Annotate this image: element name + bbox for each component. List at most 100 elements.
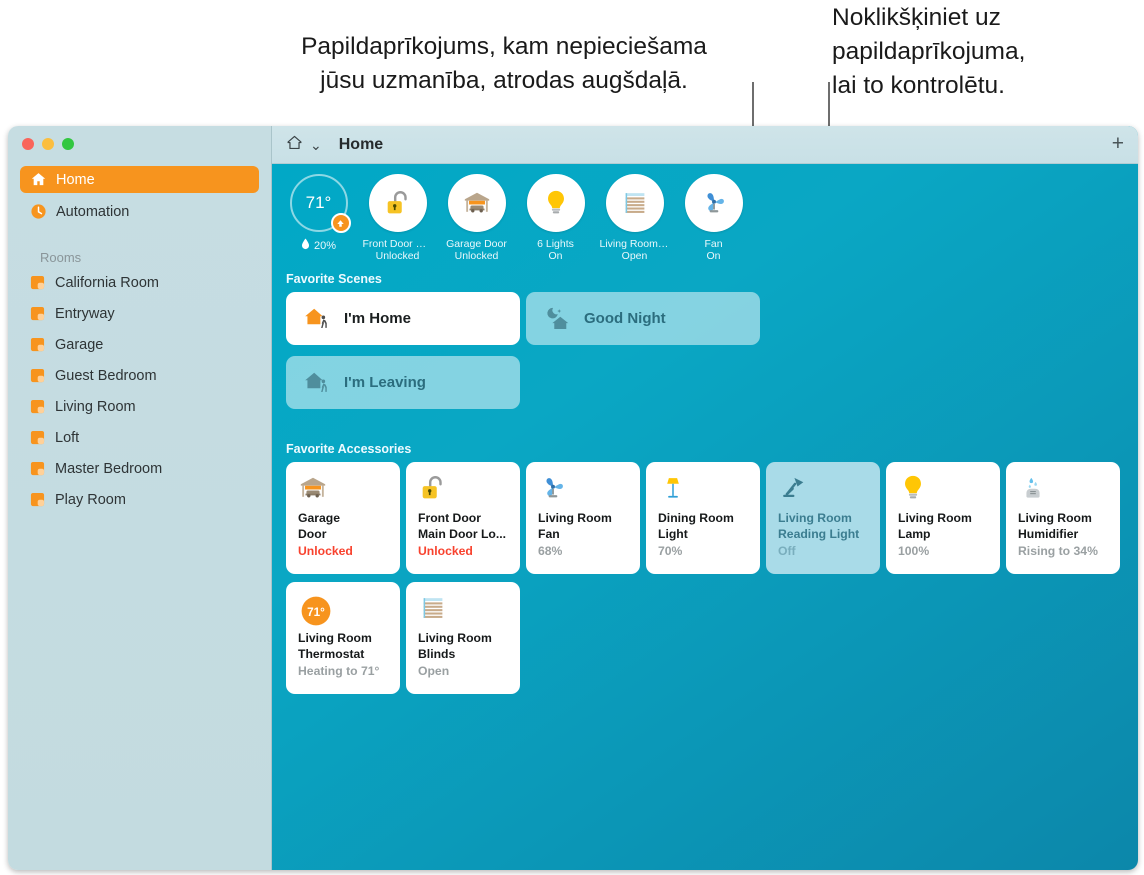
status-item[interactable]: Fan On xyxy=(681,174,746,262)
accessory-title: Living Room Thermostat xyxy=(298,631,372,661)
window-controls[interactable] xyxy=(22,138,74,150)
home-app-window: Home Automation Rooms California Room En… xyxy=(8,126,1138,870)
status-icon-circle[interactable] xyxy=(447,174,506,232)
status-item-label: Living Room Bl... xyxy=(599,238,670,250)
close-button[interactable] xyxy=(22,138,34,150)
accessory-tile[interactable]: Living Room Fan 68% xyxy=(526,462,640,574)
status-icon-circle[interactable] xyxy=(605,174,664,232)
status-item-state: Unlocked xyxy=(454,250,499,262)
zoom-button[interactable] xyxy=(62,138,74,150)
minimize-button[interactable] xyxy=(42,138,54,150)
sidebar-item-room[interactable]: Garage xyxy=(20,331,259,358)
blinds-icon xyxy=(418,593,448,623)
status-item-label: Garage Door xyxy=(446,238,507,250)
room-icon xyxy=(30,275,45,290)
room-icon xyxy=(30,368,45,383)
status-item[interactable]: Front Door Mai...Unlocked xyxy=(362,174,433,262)
sidebar-item-room[interactable]: Entryway xyxy=(20,300,259,327)
accessory-tile[interactable]: Front Door Main Door Lo... Unlocked xyxy=(406,462,520,574)
status-row: 71° 20% Front Door Mai Unlocked Garage D… xyxy=(286,174,746,262)
room-icon xyxy=(30,492,45,507)
room-icon xyxy=(30,306,45,321)
scene-name: Good Night xyxy=(584,310,666,327)
sidebar-item-label: California Room xyxy=(55,274,159,291)
accessory-title: Living Room Lamp xyxy=(898,511,972,541)
add-accessory-button[interactable]: + xyxy=(1112,133,1124,157)
accessory-title: Dining Room Light xyxy=(658,511,734,541)
scene-tile[interactable]: I'm Home xyxy=(286,292,520,345)
house-icon xyxy=(30,171,47,188)
droplet-icon xyxy=(301,238,310,253)
accessory-title: Living Room Humidifier xyxy=(1018,511,1092,541)
accessory-tile[interactable]: Living Room Lamp 100% xyxy=(886,462,1000,574)
sidebar-item-room[interactable]: Loft xyxy=(20,424,259,451)
garage-icon xyxy=(462,188,492,218)
accessory-title: Living Room Reading Light xyxy=(778,511,860,541)
accessory-icon-box: 71° xyxy=(298,593,390,631)
status-item-label: 6 Lights xyxy=(537,238,574,250)
status-item-state: Open xyxy=(621,250,648,262)
sidebar-item-room[interactable]: Play Room xyxy=(20,486,259,513)
accessory-tile[interactable]: Living Room Blinds Open xyxy=(406,582,520,694)
room-icon xyxy=(30,430,45,445)
room-icon xyxy=(30,399,45,414)
accessory-icon-box xyxy=(1018,473,1110,511)
sidebar-item-room[interactable]: California Room xyxy=(20,269,259,296)
fan-icon xyxy=(538,473,568,503)
desk-lamp-icon xyxy=(778,473,808,503)
sidebar-section-rooms: Rooms xyxy=(40,250,82,265)
scene-tile[interactable]: I'm Leaving xyxy=(286,356,520,409)
accessory-icon-box xyxy=(778,473,870,511)
page-title: Home xyxy=(338,135,384,153)
sidebar-item-label: Play Room xyxy=(55,491,126,508)
room-icon xyxy=(30,461,45,476)
accessory-icon-box xyxy=(418,473,510,511)
scene-name: I'm Home xyxy=(344,310,411,327)
accessory-status: 68% xyxy=(538,544,563,558)
status-item[interactable]: Garage Door Unlocked xyxy=(444,174,509,262)
sidebar-item-room[interactable]: Guest Bedroom xyxy=(20,362,259,389)
accessory-status: Off xyxy=(778,544,796,558)
accessory-tile[interactable]: Garage Door Unlocked xyxy=(286,462,400,574)
sidebar-item-room[interactable]: Master Bedroom xyxy=(20,455,259,482)
status-item-state: On xyxy=(548,250,563,262)
accessory-title: Living Room Blinds xyxy=(418,631,492,661)
sidebar-item-label: Loft xyxy=(55,429,80,446)
accessory-tile[interactable]: Dining Room Light 70% xyxy=(646,462,760,574)
chevron-down-icon[interactable]: ⌄ xyxy=(310,138,322,152)
status-item-state: On xyxy=(706,250,721,262)
status-icon-circle[interactable] xyxy=(684,174,743,232)
sidebar-item-label: Entryway xyxy=(55,305,115,322)
sidebar-item-home[interactable]: Home xyxy=(20,166,259,193)
climate-status[interactable]: 71° 20% xyxy=(286,174,351,253)
room-icon xyxy=(30,337,45,352)
status-icon-circle[interactable] xyxy=(368,174,427,232)
unlocked-padlock-icon xyxy=(418,473,448,503)
humidity-value: 20% xyxy=(313,239,337,252)
accessory-tile[interactable]: 71° Living Room Thermostat Heating to 71° xyxy=(286,582,400,694)
callout-text-left: Papildaprīkojums, kam nepieciešama jūsu … xyxy=(301,33,707,94)
arrow-up-icon xyxy=(330,213,351,233)
clock-icon xyxy=(30,203,47,220)
accessory-icon-box xyxy=(418,593,510,631)
accessory-tile[interactable]: Living Room Reading Light Off xyxy=(766,462,880,574)
blinds-icon xyxy=(620,188,650,218)
accessory-title: Front Door Main Door Lo... xyxy=(418,511,507,541)
scene-tile[interactable]: Good Night xyxy=(526,292,760,345)
humidifier-icon xyxy=(1018,473,1048,503)
status-item-label: Front Door Mai... xyxy=(362,238,433,250)
accessory-icon-box xyxy=(538,473,630,511)
scenes-heading: Favorite Scenes xyxy=(286,272,382,286)
sidebar-item-automation[interactable]: Automation xyxy=(20,198,259,225)
sidebar-item-room[interactable]: Living Room xyxy=(20,393,259,420)
accessory-tile[interactable]: Living Room Humidifier Rising to 34% xyxy=(1006,462,1120,574)
lightbulb-icon xyxy=(541,188,571,218)
sidebar-item-label: Home xyxy=(56,171,95,188)
toolbar: ⌄ Home + xyxy=(272,126,1138,164)
sidebar-item-label: Garage xyxy=(55,336,104,353)
status-item[interactable]: Living Room Bl...Open xyxy=(599,174,670,262)
status-icon-circle[interactable] xyxy=(526,174,585,232)
main-pane: ⌄ Home + 71° 20% Front Door Mai Unlocked… xyxy=(272,126,1138,870)
status-item-state: Unlocked xyxy=(375,250,420,262)
status-item[interactable]: 6 Lights On xyxy=(523,174,588,262)
